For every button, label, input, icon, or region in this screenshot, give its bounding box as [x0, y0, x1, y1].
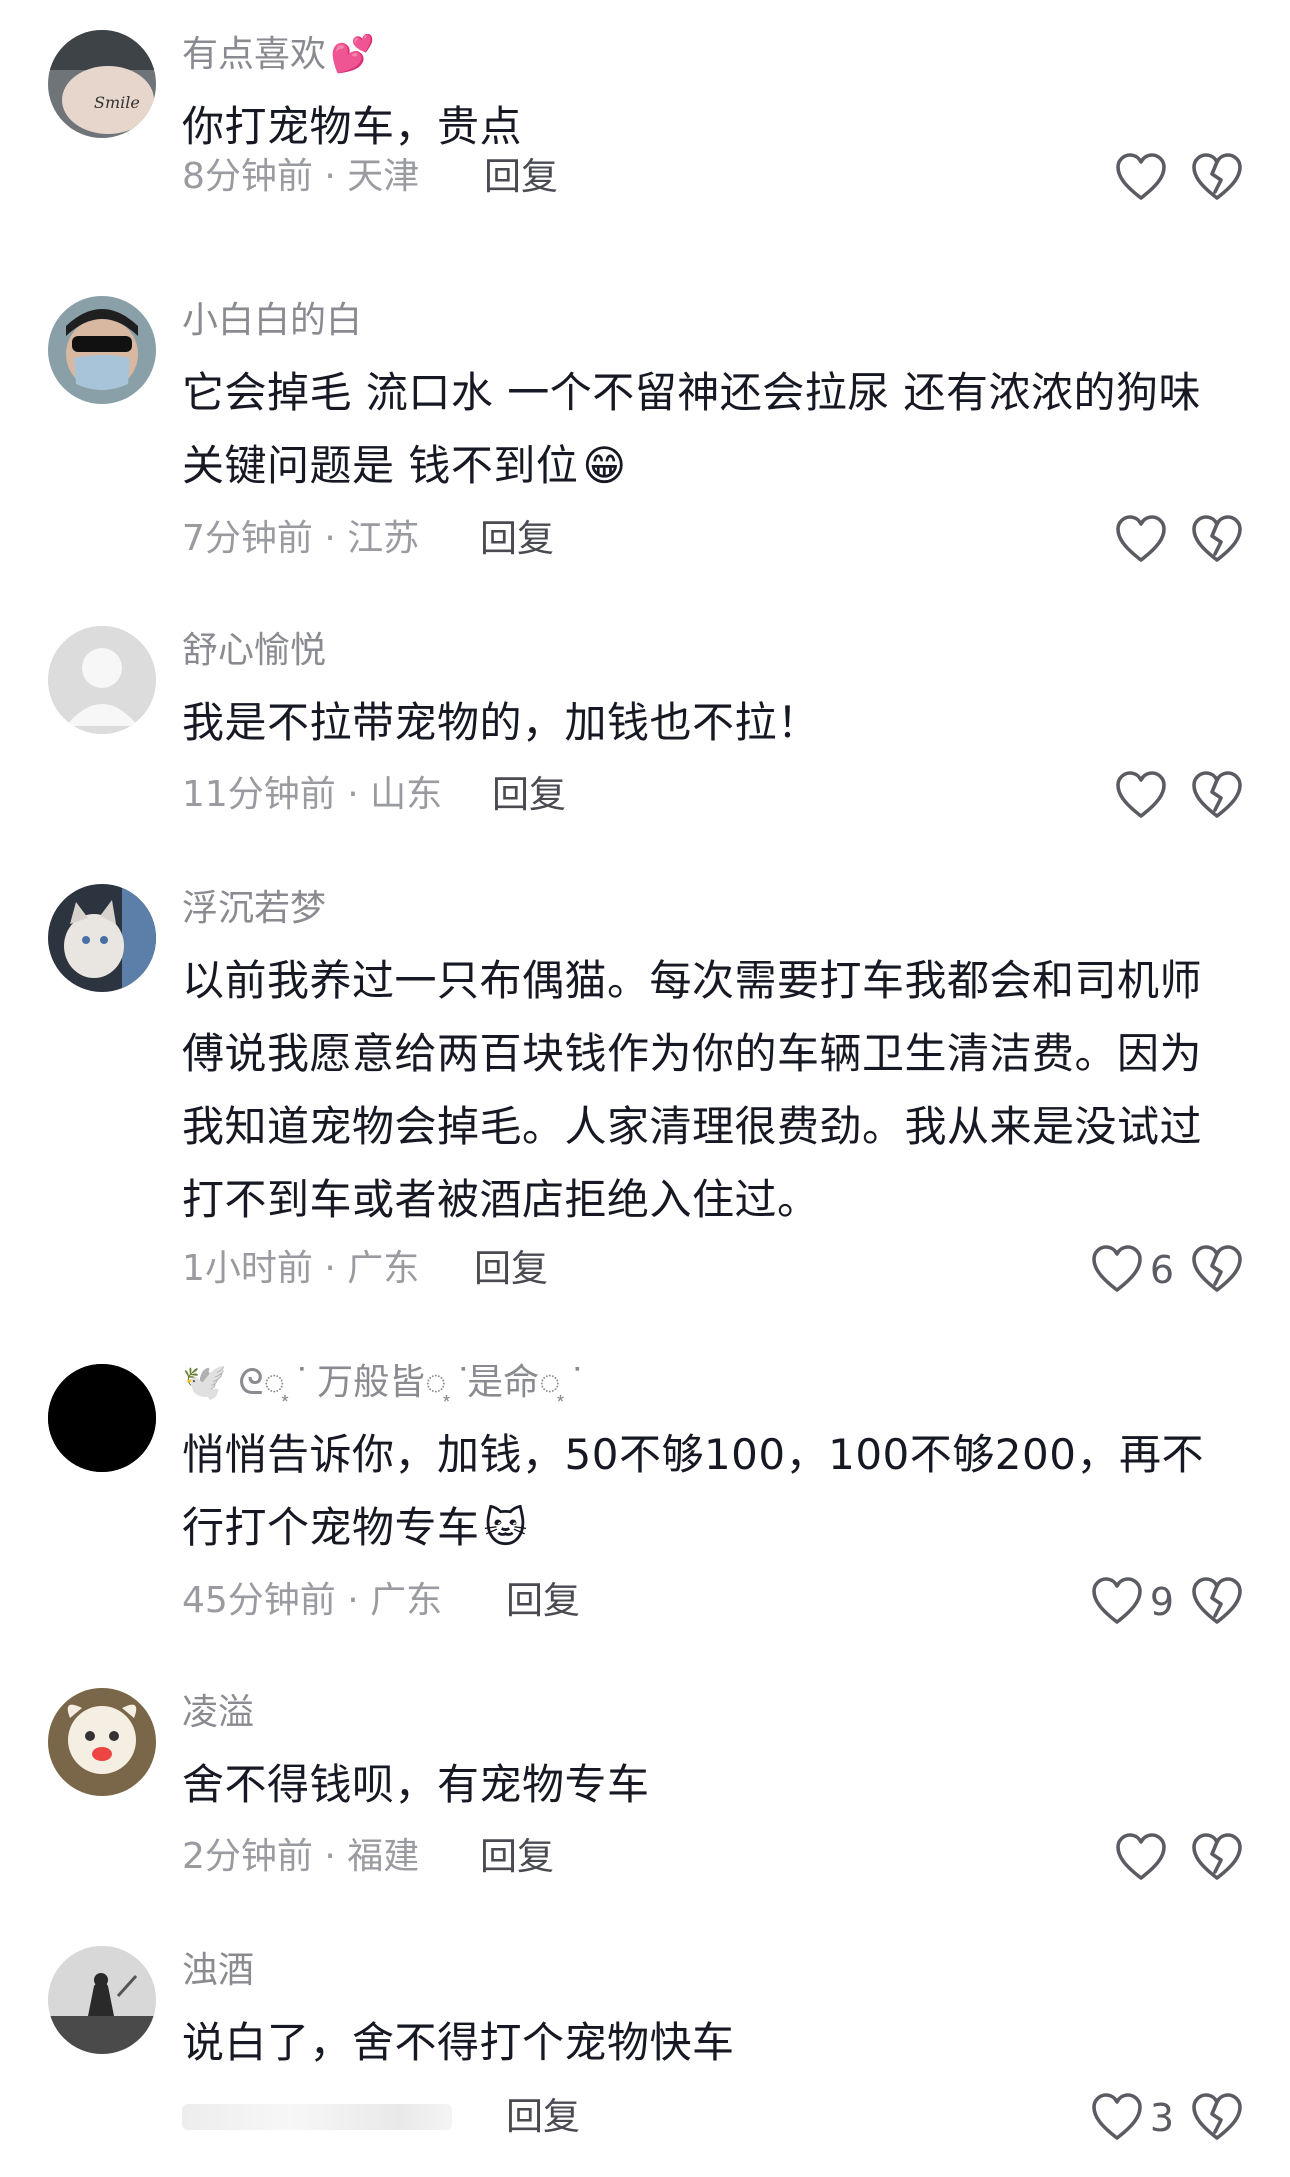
reply-button[interactable]: 回复 — [492, 770, 566, 820]
heart-outline-icon — [1090, 2092, 1144, 2144]
comment-text: 说白了，舍不得打个宠物快车 — [182, 2018, 735, 2067]
dislike-button[interactable] — [1190, 1240, 1244, 1300]
comment-meta: 1小时前 · 广东 — [182, 1248, 420, 1289]
heart-outline-icon — [1114, 770, 1168, 822]
heart-outline-icon — [1090, 1244, 1144, 1296]
comment-text: 舍不得钱呗，有宠物专车 — [182, 1760, 650, 1809]
avatar[interactable] — [48, 884, 156, 992]
broken-heart-icon — [1190, 1244, 1244, 1296]
like-count: 3 — [1149, 2096, 1174, 2140]
like-count: 6 — [1149, 1248, 1174, 1292]
comment-meta: 2分钟前 · 福建 — [182, 1836, 420, 1877]
reply-button[interactable]: 回复 — [506, 1576, 580, 1626]
username[interactable]: 小白白的白 — [182, 296, 362, 346]
avatar[interactable] — [48, 1688, 156, 1796]
like-button[interactable]: 9 — [1090, 1572, 1174, 1632]
comment-meta: 7分钟前 · 江苏 — [182, 518, 420, 559]
svg-text:Smile: Smile — [94, 93, 140, 112]
reply-button[interactable]: 回复 — [474, 1244, 548, 1294]
username[interactable]: 舒心愉悦 — [182, 626, 326, 676]
like-button[interactable]: 3 — [1090, 2088, 1174, 2148]
hearts-emoji: 💕 — [330, 34, 375, 75]
reply-button[interactable]: 回复 — [480, 1832, 554, 1882]
like-count: 9 — [1149, 1580, 1174, 1624]
comment-text: 我是不拉带宠物的，加钱也不拉！ — [182, 698, 820, 747]
dislike-button[interactable] — [1190, 766, 1244, 826]
avatar[interactable]: Smile — [48, 30, 156, 138]
like-button[interactable]: 6 — [1090, 1240, 1174, 1300]
comment-text: 它会掉毛 流口水 一个不留神还会拉尿 还有浓浓的狗味 关键问题是 钱不到位😁 — [182, 368, 1202, 490]
broken-heart-icon — [1190, 1832, 1244, 1884]
like-button[interactable] — [1114, 510, 1174, 570]
comment-meta: 11分钟前 · 山东 — [182, 774, 443, 815]
like-button[interactable] — [1114, 1828, 1174, 1888]
comment-meta: 45分钟前 · 广东 — [182, 1580, 443, 1621]
dislike-button[interactable] — [1190, 1828, 1244, 1888]
broken-heart-icon — [1190, 770, 1244, 822]
like-button[interactable] — [1114, 148, 1174, 208]
comment-text: 悄悄告诉你，加钱，50不够100，100不够200，再不 行打个宠物专车🐱 — [182, 1430, 1204, 1552]
dislike-button[interactable] — [1190, 510, 1244, 570]
avatar[interactable] — [48, 296, 156, 404]
broken-heart-icon — [1190, 1576, 1244, 1628]
dislike-button[interactable] — [1190, 2088, 1244, 2148]
username[interactable]: 浮沉若梦 — [182, 884, 326, 934]
grin-emoji: 😁 — [582, 441, 627, 490]
avatar[interactable] — [48, 1946, 156, 2054]
meta-placeholder-bar — [182, 2104, 452, 2130]
dislike-button[interactable] — [1190, 1572, 1244, 1632]
cat-emoji: 🐱 — [483, 1503, 528, 1552]
username[interactable]: 🕊️ ᘓ◌͙ ᐝ 万般皆◌͙ ᐝ是命◌͙ ᐝ — [182, 1358, 581, 1408]
broken-heart-icon — [1190, 152, 1244, 204]
comment-text: 以前我养过一只布偶猫。每次需要打车我都会和司机师 傅说我愿意给两百块钱作为你的车… — [182, 956, 1203, 1224]
dislike-button[interactable] — [1190, 148, 1244, 208]
comment-meta: 8分钟前 · 天津 — [182, 156, 420, 197]
broken-heart-icon — [1190, 514, 1244, 566]
broken-heart-icon — [1190, 2092, 1244, 2144]
heart-outline-icon — [1090, 1576, 1144, 1628]
heart-outline-icon — [1114, 152, 1168, 204]
reply-button[interactable]: 回复 — [480, 514, 554, 564]
heart-outline-icon — [1114, 1832, 1168, 1884]
reply-button[interactable]: 回复 — [506, 2092, 580, 2142]
username[interactable]: 浊酒 — [182, 1946, 254, 1996]
like-button[interactable] — [1114, 766, 1174, 826]
username[interactable]: 有点喜欢 💕 — [182, 30, 375, 80]
avatar[interactable] — [48, 1364, 156, 1472]
reply-button[interactable]: 回复 — [484, 152, 558, 202]
avatar[interactable] — [48, 626, 156, 734]
heart-outline-icon — [1114, 514, 1168, 566]
username[interactable]: 凌溢 — [182, 1688, 254, 1738]
